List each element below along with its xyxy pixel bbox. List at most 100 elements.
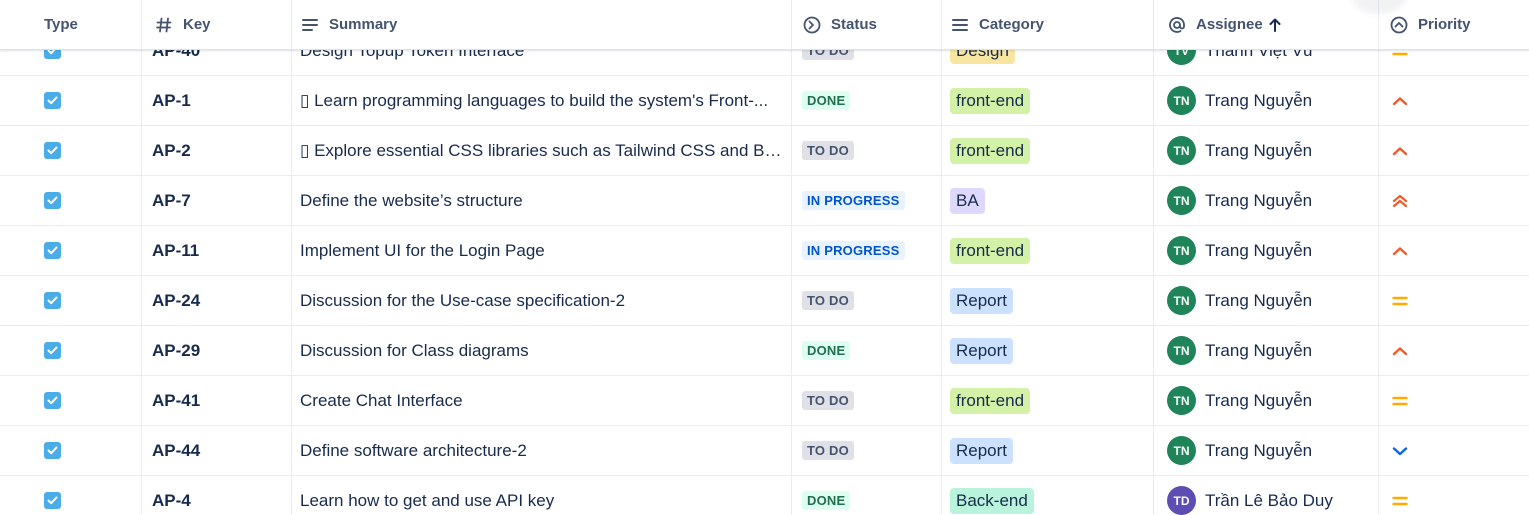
column-header-assignee[interactable]: Assignee [1154,0,1379,49]
assignee-cell[interactable]: TN Trang Nguyễn [1154,326,1379,375]
status-cell[interactable]: TO DO [792,426,942,475]
assignee-name: Trang Nguyễn [1205,90,1313,110]
assignee-name: Trang Nguyễn [1205,340,1313,360]
issue-key-link[interactable]: AP-29 [152,341,200,361]
table-row[interactable]: AP-2 ▯ Explore essential CSS libraries su… [0,126,1529,176]
column-header-type[interactable]: Type [0,0,142,49]
assignee-cell[interactable]: TN Trang Nguyễn [1154,276,1379,325]
assignee-name: Trần Lê Bảo Duy [1205,490,1333,510]
priority-cell[interactable] [1379,276,1529,325]
summary-cell[interactable]: Learn how to get and use API key [292,476,792,515]
task-type-checkbox-icon [44,442,61,459]
issue-key-link[interactable]: AP-44 [152,441,200,461]
status-lozenge[interactable]: TO DO [802,391,854,410]
type-cell [0,276,142,325]
issue-key-link[interactable]: AP-7 [152,191,191,211]
category-cell[interactable]: front-end [942,376,1154,425]
key-cell: AP-4 [142,476,292,515]
category-cell[interactable]: Back-end [942,476,1154,515]
table-row[interactable]: AP-44 Define software architecture-2 TO DO… [0,426,1529,476]
category-cell[interactable]: Report [942,326,1154,375]
issue-key-link[interactable]: AP-11 [152,241,199,261]
column-header-status[interactable]: Status [792,0,942,49]
category-cell[interactable]: front-end [942,76,1154,125]
summary-cell[interactable]: Discussion for Class diagrams [292,326,792,375]
column-header-key[interactable]: Key [142,0,292,49]
table-row[interactable]: AP-29 Discussion for Class diagrams DONE Re… [0,326,1529,376]
table-row[interactable]: AP-11 Implement UI for the Login Page IN P… [0,226,1529,276]
assignee-cell[interactable]: TN Trang Nguyễn [1154,126,1379,175]
assignee-name: Trang Nguyễn [1205,290,1313,310]
priority-cell[interactable] [1379,326,1529,375]
assignee-cell[interactable]: TN Trang Nguyễn [1154,376,1379,425]
task-type-checkbox-icon [44,292,61,309]
priority-cell[interactable] [1379,376,1529,425]
category-cell[interactable]: Report [942,426,1154,475]
assignee-cell[interactable]: TN Trang Nguyễn [1154,76,1379,125]
column-header-priority[interactable]: Priority [1379,0,1529,49]
summary-cell[interactable]: Define the website’s structure [292,176,792,225]
issue-key-link[interactable]: AP-2 [152,141,191,161]
summary-cell[interactable]: Discussion for the Use-case specificatio… [292,276,792,325]
issue-key-link[interactable]: AP-41 [152,391,200,411]
priority-cell[interactable] [1379,476,1529,515]
status-cell[interactable]: IN PROGRESS [792,226,942,275]
column-header-category[interactable]: Category [942,0,1154,49]
category-tag: Report [950,437,1014,464]
status-cell[interactable]: TO DO [792,376,942,425]
table-row[interactable]: AP-24 Discussion for the Use-case specifi… [0,276,1529,326]
status-lozenge[interactable]: DONE [802,491,851,510]
assignee-cell[interactable]: TN Trang Nguyễn [1154,426,1379,475]
summary-cell[interactable]: ▯ Learn programming languages to build t… [292,76,792,125]
category-cell[interactable]: front-end [942,126,1154,175]
category-tag: Report [950,337,1014,364]
category-cell[interactable]: front-end [942,226,1154,275]
status-lozenge[interactable]: TO DO [802,441,854,460]
priority-cell[interactable] [1379,226,1529,275]
status-lozenge[interactable]: DONE [802,91,851,110]
summary-cell[interactable]: Create Chat Interface [292,376,792,425]
priority-cell[interactable] [1379,176,1529,225]
column-header-priority-label: Priority [1418,16,1471,33]
status-lozenge[interactable]: DONE [802,341,851,360]
summary-cell[interactable]: Implement UI for the Login Page [292,226,792,275]
hash-icon [154,15,174,35]
table-row[interactable]: AP-4 Learn how to get and use API key DONE… [0,476,1529,515]
issue-key-link[interactable]: AP-1 [152,91,191,111]
status-cell[interactable]: TO DO [792,126,942,175]
category-cell[interactable]: Report [942,276,1154,325]
table-row[interactable]: AP-1 ▯ Learn programming languages to bui… [0,76,1529,126]
issue-summary: Define software architecture-2 [300,440,527,460]
status-cell[interactable]: DONE [792,326,942,375]
column-header-summary[interactable]: Summary [292,0,792,49]
assignee-cell[interactable]: TN Trang Nguyễn [1154,176,1379,225]
column-header-key-label: Key [183,16,211,33]
summary-cell[interactable]: Define software architecture-2 [292,426,792,475]
issue-key-link[interactable]: AP-24 [152,291,200,311]
priority-cell[interactable] [1379,126,1529,175]
assignee-cell[interactable]: TD Trần Lê Bảo Duy [1154,476,1379,515]
status-cell[interactable]: DONE [792,76,942,125]
status-lozenge[interactable]: TO DO [802,291,854,310]
category-cell[interactable]: BA [942,176,1154,225]
priority-medium-icon [1389,390,1411,412]
status-lozenge[interactable]: IN PROGRESS [802,241,905,260]
priority-cell[interactable] [1379,76,1529,125]
assignee-cell[interactable]: TN Trang Nguyễn [1154,226,1379,275]
status-cell[interactable]: TO DO [792,276,942,325]
assignee-name: Trang Nguyễn [1205,240,1313,260]
issue-key-link[interactable]: AP-4 [152,491,191,511]
status-lozenge[interactable]: IN PROGRESS [802,191,905,210]
status-lozenge[interactable]: TO DO [802,141,854,160]
status-cell[interactable]: DONE [792,476,942,515]
status-cell[interactable]: IN PROGRESS [792,176,942,225]
category-tag: front-end [950,137,1031,164]
issue-summary: Learn how to get and use API key [300,490,555,510]
sort-ascending-icon[interactable] [1269,18,1281,32]
issue-summary: Implement UI for the Login Page [300,240,545,260]
table-row[interactable]: AP-7 Define the website’s structure IN PRO… [0,176,1529,226]
priority-cell[interactable] [1379,426,1529,475]
summary-cell[interactable]: ▯ Explore essential CSS libraries such a… [292,126,792,175]
column-header-summary-label: Summary [329,16,398,33]
table-row[interactable]: AP-41 Create Chat Interface TO DO front-end… [0,376,1529,426]
